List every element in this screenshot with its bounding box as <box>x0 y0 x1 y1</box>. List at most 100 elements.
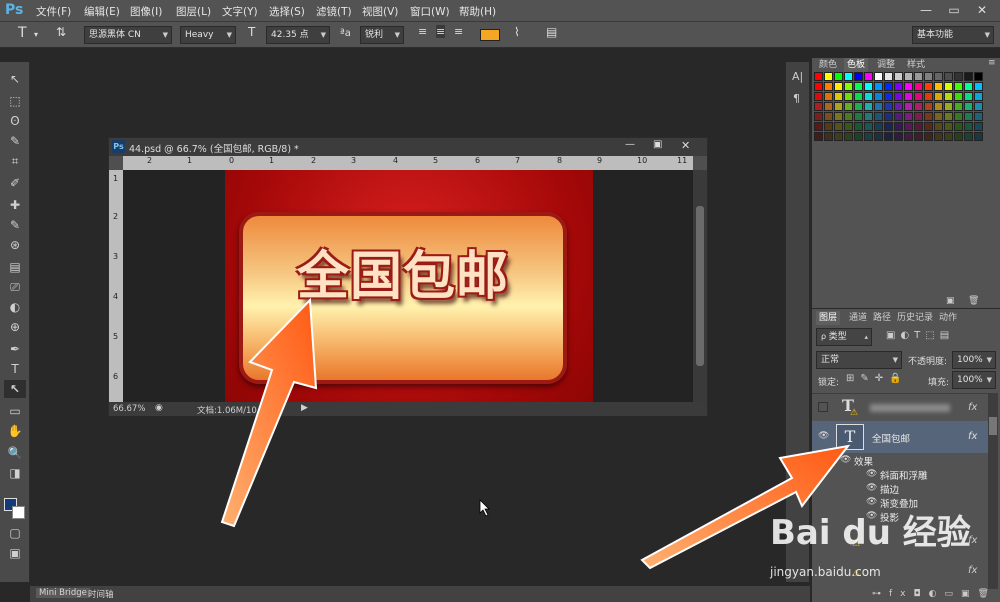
swatch[interactable] <box>944 112 953 121</box>
effect-item[interactable]: 斜面和浮雕 <box>880 468 928 482</box>
swatch[interactable] <box>874 82 883 91</box>
swatch[interactable] <box>964 92 973 101</box>
swatch[interactable] <box>854 122 863 131</box>
scroll-thumb[interactable] <box>989 417 997 435</box>
swatch[interactable] <box>904 112 913 121</box>
blur-tool-icon[interactable]: ⊕ <box>4 318 26 336</box>
swatch[interactable] <box>904 92 913 101</box>
clone-stamp-tool-icon[interactable]: ⊛ <box>4 236 26 254</box>
swatch[interactable] <box>814 122 823 131</box>
swatch[interactable] <box>954 72 963 81</box>
swatch[interactable] <box>944 102 953 111</box>
swatch[interactable] <box>924 112 933 121</box>
swatch[interactable] <box>834 82 843 91</box>
font-size-select[interactable]: 42.35 点 ▼ <box>266 26 330 44</box>
swatch[interactable] <box>814 132 823 141</box>
swatch[interactable] <box>884 122 893 131</box>
document-window[interactable]: Ps 44.psd @ 66.7% (全国包邮, RGB/8) * — ▣ ✕ … <box>108 137 708 416</box>
swatch[interactable] <box>884 92 893 101</box>
scroll-thumb[interactable] <box>696 206 704 366</box>
swatch[interactable] <box>874 132 883 141</box>
document-titlebar[interactable]: Ps 44.psd @ 66.7% (全国包邮, RGB/8) * — ▣ ✕ <box>109 138 707 156</box>
menu-edit[interactable]: 编辑(E) <box>84 4 120 19</box>
swatch[interactable] <box>954 82 963 91</box>
swatch[interactable] <box>954 132 963 141</box>
swatch[interactable] <box>894 132 903 141</box>
swatch[interactable] <box>934 92 943 101</box>
swatch[interactable] <box>944 72 953 81</box>
layer-footer-icons[interactable]: ⊶fx◘◐▭▣🗑 <box>872 589 997 599</box>
tab-color[interactable]: 颜色 <box>816 58 840 72</box>
history-brush-tool-icon[interactable]: ▤ <box>4 258 26 276</box>
tab-history[interactable]: 历史记录 <box>894 311 936 325</box>
eye-icon[interactable]: 👁 <box>866 469 877 479</box>
swatch[interactable] <box>974 82 983 91</box>
swatch[interactable] <box>834 112 843 121</box>
swatch[interactable] <box>904 82 913 91</box>
eyedropper-tool-icon[interactable]: ✐ <box>4 174 26 192</box>
lasso-tool-icon[interactable]: ʘ <box>4 112 26 130</box>
swatch[interactable] <box>844 92 853 101</box>
swatch[interactable] <box>924 72 933 81</box>
horizontal-ruler[interactable]: 2 1 0 1 2 3 4 5 6 7 8 9 10 11 <box>123 156 693 170</box>
path-selection-tool-icon[interactable]: ▭ <box>4 402 26 420</box>
swatch[interactable] <box>844 132 853 141</box>
swatch[interactable] <box>844 72 853 81</box>
swatch[interactable] <box>934 122 943 131</box>
screen-mode-icon[interactable]: ▣ <box>4 544 26 562</box>
swatch[interactable] <box>844 122 853 131</box>
swatch[interactable] <box>834 92 843 101</box>
swatch[interactable] <box>904 102 913 111</box>
close-button[interactable]: ✕ <box>968 0 996 20</box>
swatch[interactable] <box>894 122 903 131</box>
swatch[interactable] <box>974 92 983 101</box>
swatch[interactable] <box>964 72 973 81</box>
swatch[interactable] <box>904 122 913 131</box>
background-color-swatch[interactable] <box>12 506 25 519</box>
text-orientation-icon[interactable]: ⇅ <box>56 25 66 39</box>
swatch[interactable] <box>934 72 943 81</box>
swatch[interactable] <box>814 92 823 101</box>
warp-text-icon[interactable]: ⌇ <box>514 25 520 39</box>
swatch[interactable] <box>854 82 863 91</box>
swatch[interactable] <box>924 102 933 111</box>
healing-brush-tool-icon[interactable]: ✚ <box>4 196 26 214</box>
swatch[interactable] <box>824 72 833 81</box>
swatch[interactable] <box>864 102 873 111</box>
swatch[interactable] <box>814 72 823 81</box>
menu-layer[interactable]: 图层(L) <box>176 4 211 19</box>
swatch[interactable] <box>864 112 873 121</box>
rectangle-tool-icon[interactable]: ✋ <box>4 422 26 440</box>
swatch[interactable] <box>834 122 843 131</box>
swatch[interactable] <box>934 102 943 111</box>
layer-filter-icons[interactable]: ▣◐T⬚▤ <box>886 330 954 341</box>
crop-tool-icon[interactable]: ⌗ <box>4 152 26 170</box>
swatch[interactable] <box>894 72 903 81</box>
antialias-select[interactable]: 锐利 ▼ <box>360 26 404 44</box>
brush-tool-icon[interactable]: ✎ <box>4 216 26 234</box>
paragraph-panel-icon[interactable]: ¶ <box>793 92 800 105</box>
swatch[interactable] <box>974 72 983 81</box>
swatch[interactable] <box>924 132 933 141</box>
menu-file[interactable]: 文件(F) <box>36 4 71 19</box>
layer-name[interactable]: 全国包邮 <box>872 431 910 445</box>
swatch[interactable] <box>964 112 973 121</box>
doc-minimize-button[interactable]: — <box>625 139 635 150</box>
tab-styles[interactable]: 样式 <box>904 58 928 72</box>
effect-item[interactable]: 描边 <box>880 482 899 496</box>
swatch[interactable] <box>944 82 953 91</box>
artwork-canvas[interactable]: 全国包邮 <box>225 170 593 402</box>
swatch[interactable] <box>824 82 833 91</box>
layers-scrollbar[interactable] <box>988 393 998 589</box>
swatch[interactable] <box>824 112 833 121</box>
vertical-scrollbar[interactable] <box>693 170 707 402</box>
swatch[interactable] <box>864 82 873 91</box>
swatch[interactable] <box>844 112 853 121</box>
swatch[interactable] <box>904 72 913 81</box>
swatch[interactable] <box>914 102 923 111</box>
swatch[interactable] <box>924 122 933 131</box>
swatch[interactable] <box>864 132 873 141</box>
swatch[interactable] <box>964 82 973 91</box>
panel-menu-icon[interactable]: ≡ <box>988 58 996 68</box>
opacity-input[interactable]: 100% ▼ <box>952 351 996 369</box>
